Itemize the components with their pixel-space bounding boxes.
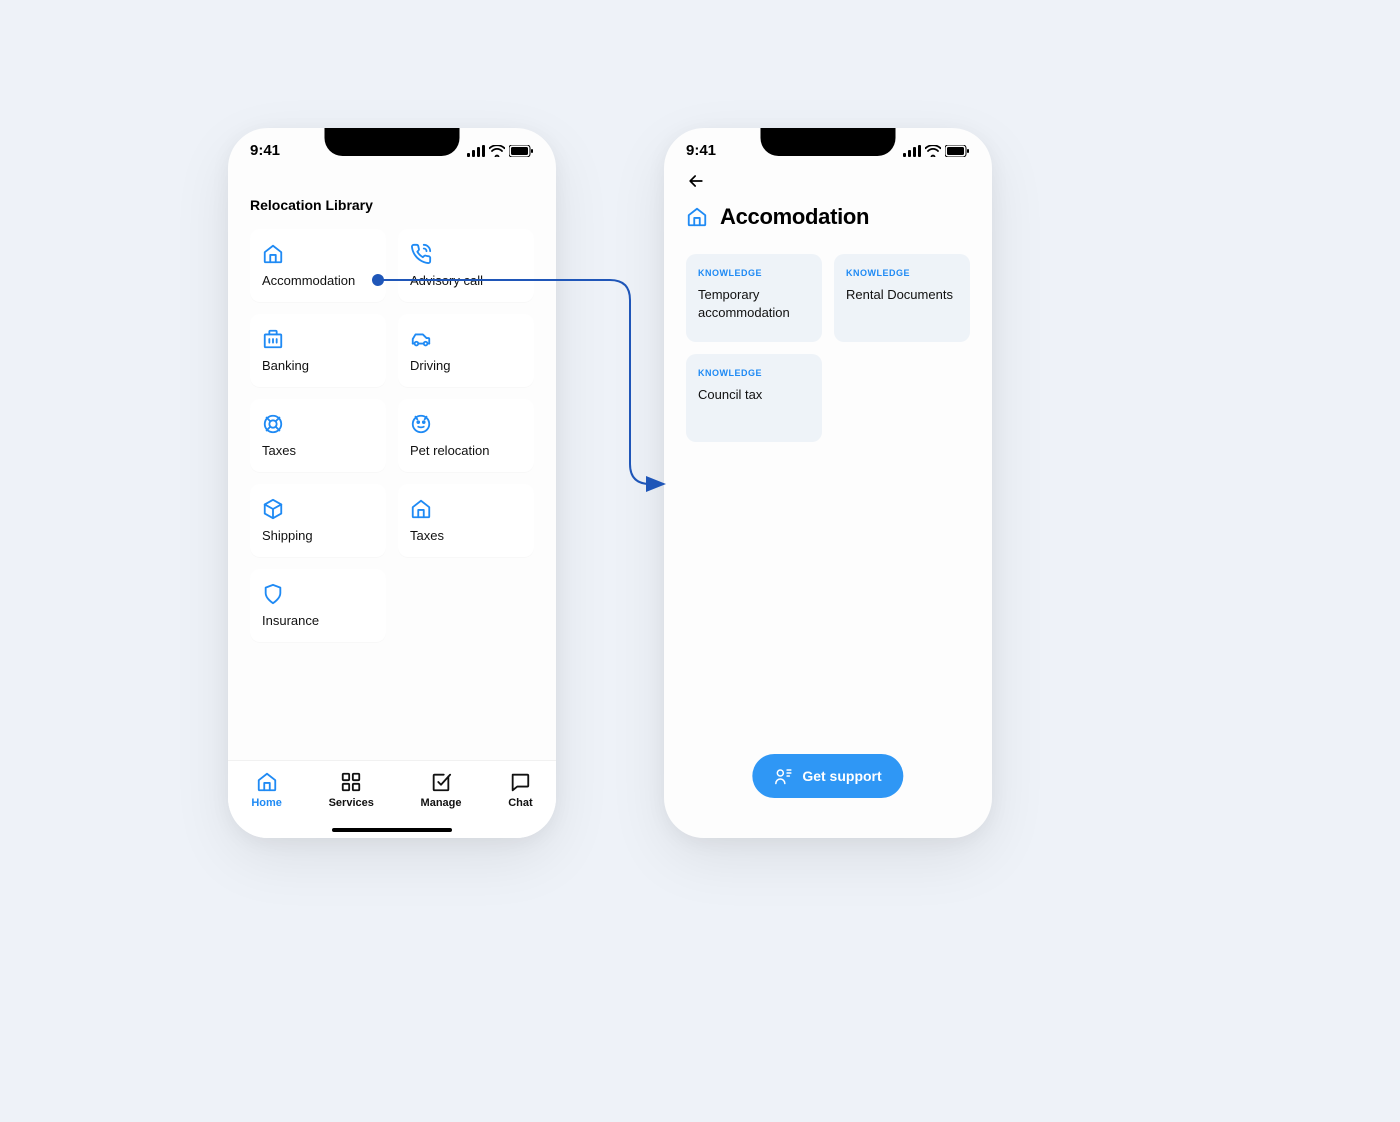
wifi-icon: [925, 145, 941, 157]
nav-label: Chat: [508, 797, 532, 809]
knowledge-tag: KNOWLEDGE: [698, 368, 810, 378]
category-driving[interactable]: Driving: [398, 314, 534, 387]
page-header: Accomodation: [664, 196, 992, 230]
support-button-label: Get support: [802, 768, 881, 784]
category-shipping[interactable]: Shipping: [250, 484, 386, 557]
nav-manage[interactable]: Manage: [421, 771, 462, 809]
knowledge-title: Temporary accommodation: [698, 286, 810, 321]
shield-icon: [262, 583, 284, 605]
get-support-button[interactable]: Get support: [752, 754, 903, 798]
knowledge-card-temporary-accommodation[interactable]: KNOWLEDGE Temporary accommodation: [686, 254, 822, 342]
box-icon: [262, 498, 284, 520]
notch: [761, 128, 896, 156]
status-icons: [903, 145, 970, 157]
category-label: Shipping: [262, 528, 374, 543]
category-label: Banking: [262, 358, 374, 373]
page-title: Relocation Library: [228, 167, 556, 223]
battery-icon: [509, 145, 534, 157]
support-icon: [774, 767, 792, 785]
status-icons: [467, 145, 534, 157]
category-label: Insurance: [262, 613, 374, 628]
category-banking[interactable]: Banking: [250, 314, 386, 387]
home-icon: [410, 498, 432, 520]
cellular-icon: [903, 145, 921, 157]
phone-screen-library: 9:41 Relocation Library Accommodation Ad…: [228, 128, 556, 838]
grid-icon: [340, 771, 362, 793]
chat-icon: [509, 771, 531, 793]
status-time: 9:41: [686, 142, 716, 159]
nav-label: Services: [329, 797, 374, 809]
category-label: Taxes: [262, 443, 374, 458]
wifi-icon: [489, 145, 505, 157]
status-time: 9:41: [250, 142, 280, 159]
category-label: Taxes: [410, 528, 522, 543]
category-accommodation[interactable]: Accommodation: [250, 229, 386, 302]
arrow-left-icon: [686, 171, 706, 191]
nav-label: Home: [251, 797, 282, 809]
knowledge-tag: KNOWLEDGE: [846, 268, 958, 278]
knowledge-card-council-tax[interactable]: KNOWLEDGE Council tax: [686, 354, 822, 442]
knowledge-tag: KNOWLEDGE: [698, 268, 810, 278]
bottom-nav: Home Services Manage Chat: [228, 760, 556, 838]
home-icon: [262, 243, 284, 265]
category-label: Pet relocation: [410, 443, 522, 458]
nav-services[interactable]: Services: [329, 771, 374, 809]
home-icon: [686, 206, 708, 228]
buoy-icon: [262, 413, 284, 435]
car-icon: [410, 328, 432, 350]
knowledge-grid: KNOWLEDGE Temporary accommodation KNOWLE…: [664, 230, 992, 442]
nav-home[interactable]: Home: [251, 771, 282, 809]
notch: [325, 128, 460, 156]
knowledge-card-rental-documents[interactable]: KNOWLEDGE Rental Documents: [834, 254, 970, 342]
home-indicator: [332, 828, 452, 832]
category-taxes[interactable]: Taxes: [250, 399, 386, 472]
phone-screen-detail: 9:41 Accomodation KNOWLEDGE Temporary ac…: [664, 128, 992, 838]
category-label: Accommodation: [262, 273, 374, 288]
nav-label: Manage: [421, 797, 462, 809]
bank-icon: [262, 328, 284, 350]
home-icon: [256, 771, 278, 793]
category-advisory-call[interactable]: Advisory call: [398, 229, 534, 302]
phone-icon: [410, 243, 432, 265]
pet-icon: [410, 413, 432, 435]
knowledge-title: Council tax: [698, 386, 810, 404]
category-label: Advisory call: [410, 273, 522, 288]
category-label: Driving: [410, 358, 522, 373]
category-insurance[interactable]: Insurance: [250, 569, 386, 642]
category-grid: Accommodation Advisory call Banking Driv…: [228, 223, 556, 642]
category-pet-relocation[interactable]: Pet relocation: [398, 399, 534, 472]
cellular-icon: [467, 145, 485, 157]
category-taxes-2[interactable]: Taxes: [398, 484, 534, 557]
battery-icon: [945, 145, 970, 157]
nav-chat[interactable]: Chat: [508, 771, 532, 809]
knowledge-title: Rental Documents: [846, 286, 958, 304]
check-icon: [430, 771, 452, 793]
back-button[interactable]: [664, 167, 992, 196]
page-title: Accomodation: [720, 204, 869, 230]
